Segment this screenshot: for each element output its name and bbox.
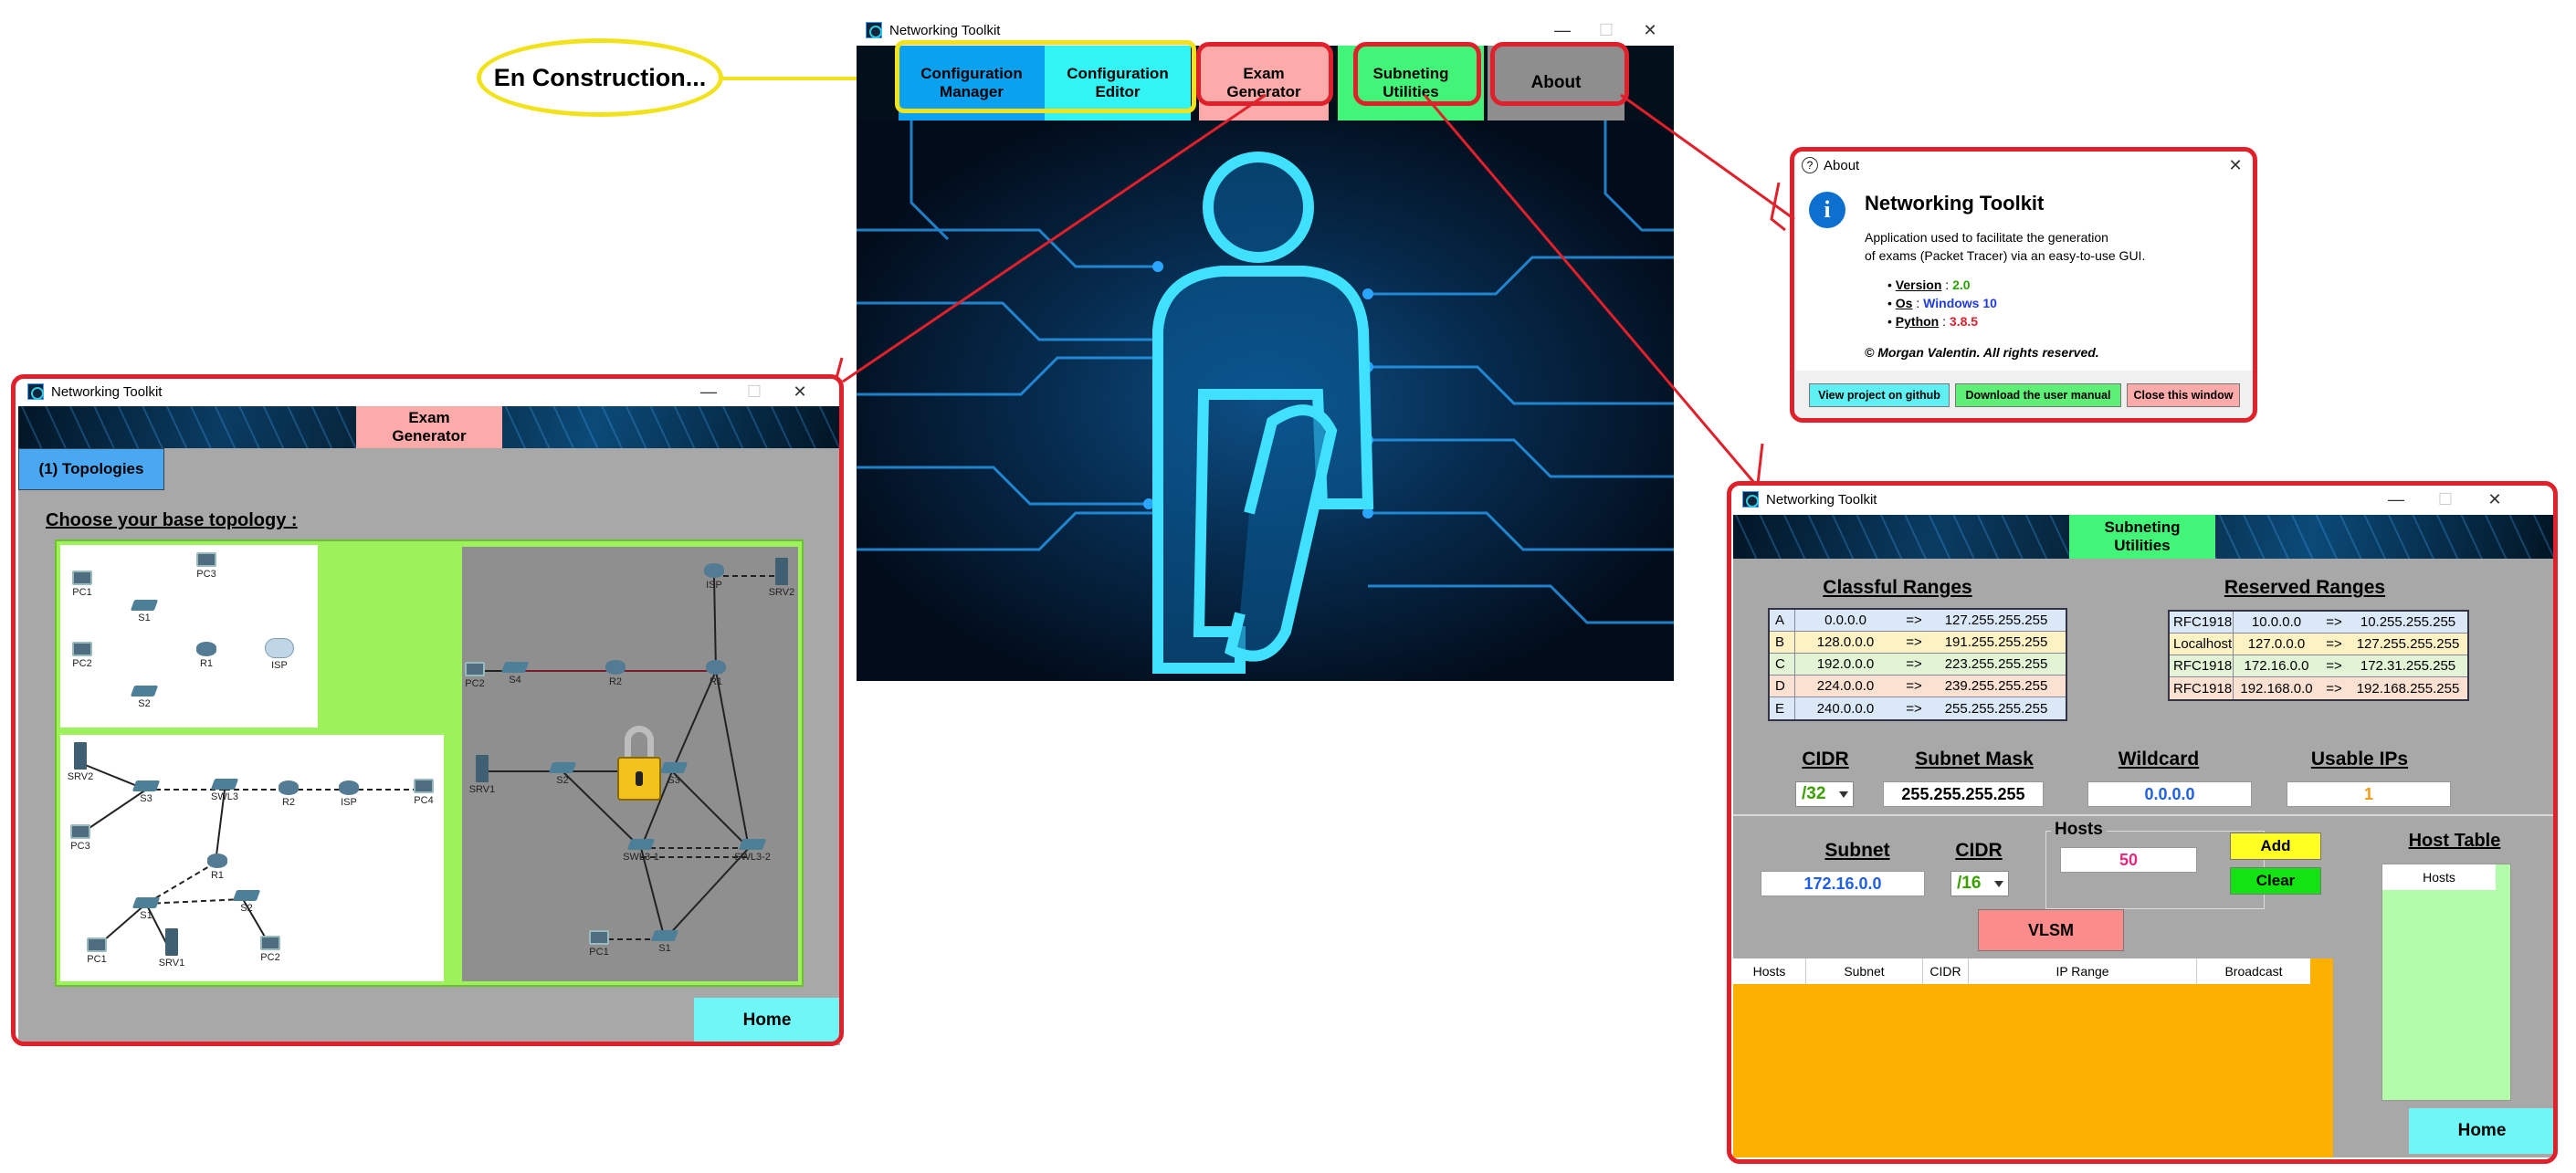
subnet-header-tab: Subneting Utilities <box>2069 515 2215 559</box>
about-dialog-highlight <box>1790 147 2257 423</box>
exam-header-tab: Exam Generator <box>356 406 502 448</box>
exam-window-highlight <box>11 374 844 1046</box>
subnet-window-highlight <box>1727 481 2558 1164</box>
